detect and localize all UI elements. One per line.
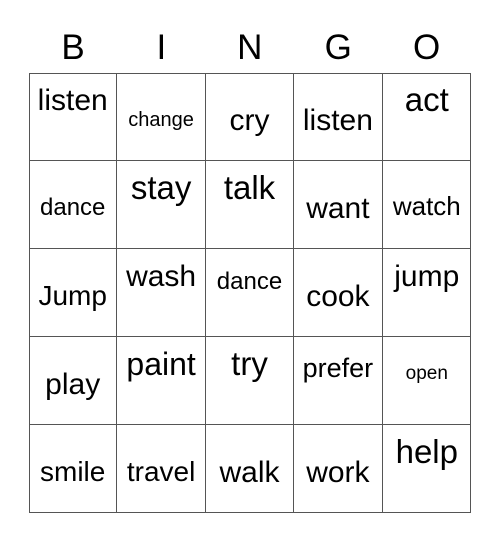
cell-word: travel [126, 456, 196, 487]
bingo-cell[interactable]: cry [205, 73, 295, 161]
cell-word: cry [229, 104, 270, 137]
bingo-card-grid: listen change cry listen act dance stay talk wan… [29, 73, 471, 513]
cell-word: prefer [302, 352, 374, 383]
bingo-cell[interactable]: play [29, 337, 118, 425]
cell-word: watch [392, 191, 461, 221]
bingo-cell[interactable]: watch [382, 161, 471, 249]
bingo-cell[interactable]: Jump [29, 249, 118, 337]
bingo-cell[interactable]: jump [382, 249, 471, 337]
cell-word: listen [302, 104, 373, 137]
bingo-cell[interactable]: walk [206, 425, 295, 513]
cell-word: dance [40, 194, 106, 221]
bingo-cell[interactable]: want [294, 161, 383, 249]
header-letter-b: B [61, 28, 85, 67]
cell-word: help [395, 432, 458, 470]
bingo-cell[interactable]: wash [117, 249, 206, 337]
bingo-cell[interactable]: dance [205, 249, 295, 337]
bingo-cell[interactable]: listen [29, 73, 118, 161]
bingo-cell[interactable]: help [383, 425, 471, 513]
cell-word: smile [40, 456, 106, 487]
cell-word: act [404, 80, 449, 118]
bingo-cell[interactable]: cook [294, 249, 383, 337]
header-letter-n: N [237, 28, 263, 67]
bingo-cell[interactable]: change [117, 73, 206, 161]
bingo-cell[interactable]: paint [117, 337, 206, 425]
cell-word: walk [219, 456, 280, 489]
cell-word: paint [126, 346, 196, 382]
cell-word: work [306, 456, 370, 489]
cell-word: listen [37, 84, 108, 117]
cell-word: change [128, 109, 194, 131]
bingo-cell[interactable]: travel [117, 425, 206, 513]
cell-word: want [306, 192, 370, 225]
bingo-cell[interactable]: listen [294, 73, 383, 161]
cell-word: jump [394, 260, 460, 293]
cell-word: play [45, 368, 101, 401]
bingo-cell[interactable]: prefer [294, 337, 383, 425]
cell-word: open [405, 362, 448, 384]
cell-word: try [231, 344, 268, 382]
bingo-cell[interactable]: open [382, 337, 471, 425]
header-letter-g: G [324, 28, 352, 67]
cell-word: Jump [38, 280, 107, 311]
bingo-cell[interactable]: talk [205, 161, 295, 249]
bingo-cell[interactable]: dance [29, 161, 118, 249]
header-letter-o: O [412, 28, 441, 67]
bingo-cell[interactable]: act [382, 73, 471, 161]
cell-word: wash [126, 260, 197, 293]
bingo-cell[interactable]: work [294, 425, 383, 513]
bingo-cell[interactable]: smile [29, 425, 118, 513]
cell-word: cook [306, 280, 370, 313]
cell-word: stay [130, 168, 192, 206]
cell-word: dance [216, 268, 283, 295]
cell-word: talk [223, 168, 276, 206]
bingo-cell[interactable]: try [205, 337, 295, 425]
bingo-cell[interactable]: stay [117, 161, 206, 249]
header-letter-i: I [156, 28, 167, 67]
